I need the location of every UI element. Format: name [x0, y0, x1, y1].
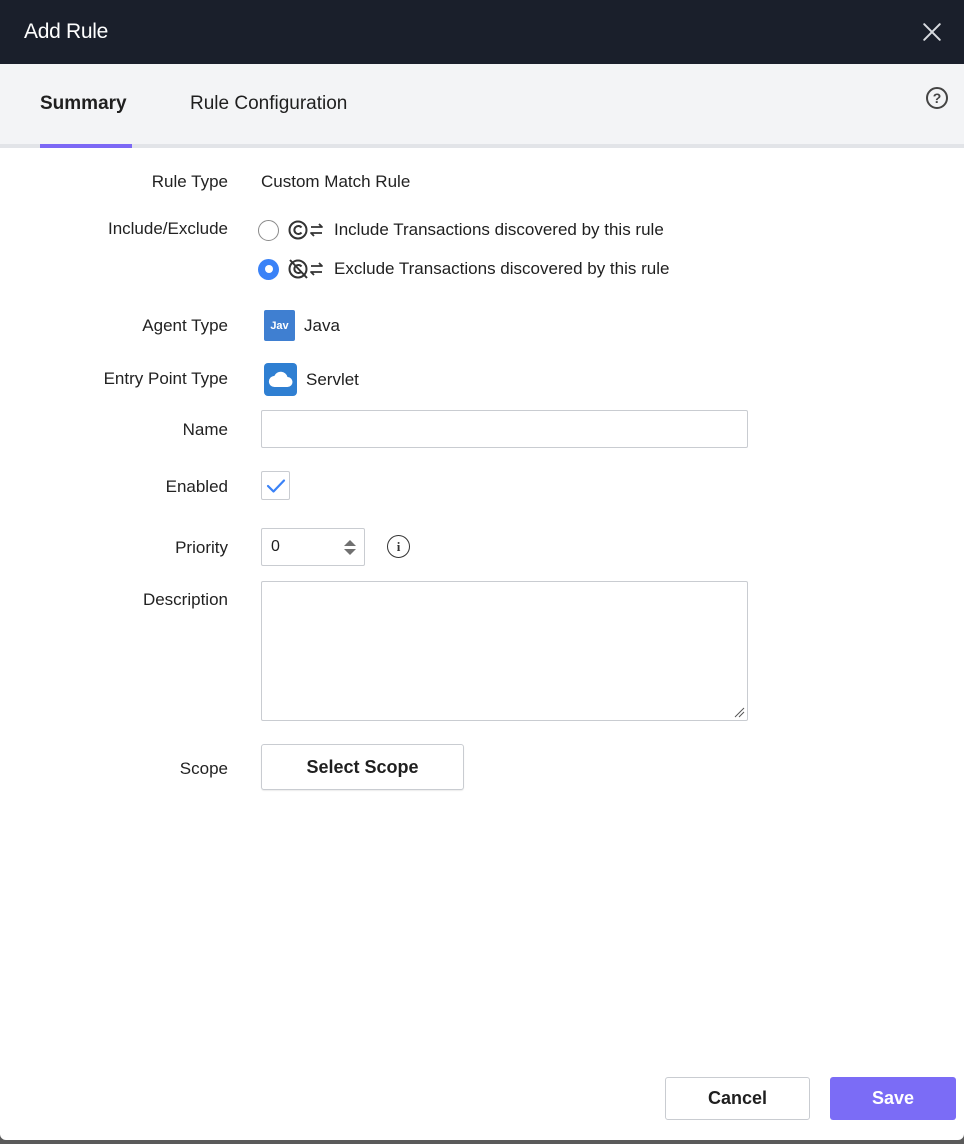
- rule-type-value: Custom Match Rule: [261, 172, 411, 191]
- dialog-title: Add Rule: [24, 20, 108, 43]
- decrement-icon[interactable]: [344, 548, 356, 555]
- entry-point-type-label: Entry Point Type: [103, 369, 228, 388]
- increment-icon[interactable]: [344, 539, 356, 546]
- exclude-option[interactable]: Exclude Transactions discovered by this …: [258, 257, 669, 281]
- agent-type-text: Java: [304, 315, 340, 335]
- dialog-titlebar: Add Rule: [0, 0, 964, 64]
- priority-info-icon[interactable]: i: [387, 535, 410, 558]
- name-input[interactable]: [261, 410, 748, 448]
- enabled-checkbox[interactable]: [261, 471, 290, 500]
- save-button[interactable]: Save: [830, 1077, 956, 1120]
- stepper-arrows[interactable]: [344, 539, 356, 555]
- description-label: Description: [142, 590, 228, 609]
- include-radio[interactable]: [258, 219, 279, 241]
- enabled-label: Enabled: [165, 477, 228, 496]
- description-textarea[interactable]: [261, 581, 748, 721]
- tab-bar: Summary Rule Configuration ?: [0, 64, 964, 148]
- tab-rule-configuration[interactable]: Rule Configuration: [190, 64, 347, 144]
- exclude-option-label: Exclude Transactions discovered by this …: [334, 259, 670, 278]
- include-transactions-icon: [288, 218, 328, 242]
- rule-type-label: Rule Type: [151, 172, 228, 191]
- tab-summary[interactable]: Summary: [40, 64, 132, 144]
- entry-point-type-value: Servlet: [264, 363, 359, 396]
- checkmark-icon: [266, 478, 285, 493]
- include-option-label: Include Transactions discovered by this …: [334, 220, 664, 239]
- name-label: Name: [182, 420, 228, 439]
- cloud-icon: [264, 363, 297, 396]
- add-rule-dialog: Add Rule Summary Rule Configuration ? Ru…: [0, 0, 964, 1140]
- agent-type-label: Agent Type: [142, 316, 228, 335]
- active-tab-indicator: [40, 144, 132, 148]
- exclude-transactions-icon: [288, 257, 328, 281]
- entry-point-type-text: Servlet: [306, 369, 359, 389]
- agent-type-value: Jav Java: [264, 310, 340, 341]
- cancel-button[interactable]: Cancel: [665, 1077, 810, 1120]
- include-exclude-label: Include/Exclude: [107, 219, 228, 238]
- help-icon[interactable]: ?: [926, 87, 948, 109]
- priority-stepper[interactable]: 0: [261, 528, 365, 566]
- exclude-radio[interactable]: [258, 258, 279, 280]
- priority-label: Priority: [175, 538, 228, 557]
- java-icon: Jav: [264, 310, 295, 341]
- include-option[interactable]: Include Transactions discovered by this …: [258, 218, 664, 242]
- select-scope-button[interactable]: Select Scope: [261, 744, 464, 790]
- priority-value[interactable]: 0: [271, 538, 280, 556]
- scope-label: Scope: [179, 759, 228, 778]
- close-icon[interactable]: [916, 16, 948, 48]
